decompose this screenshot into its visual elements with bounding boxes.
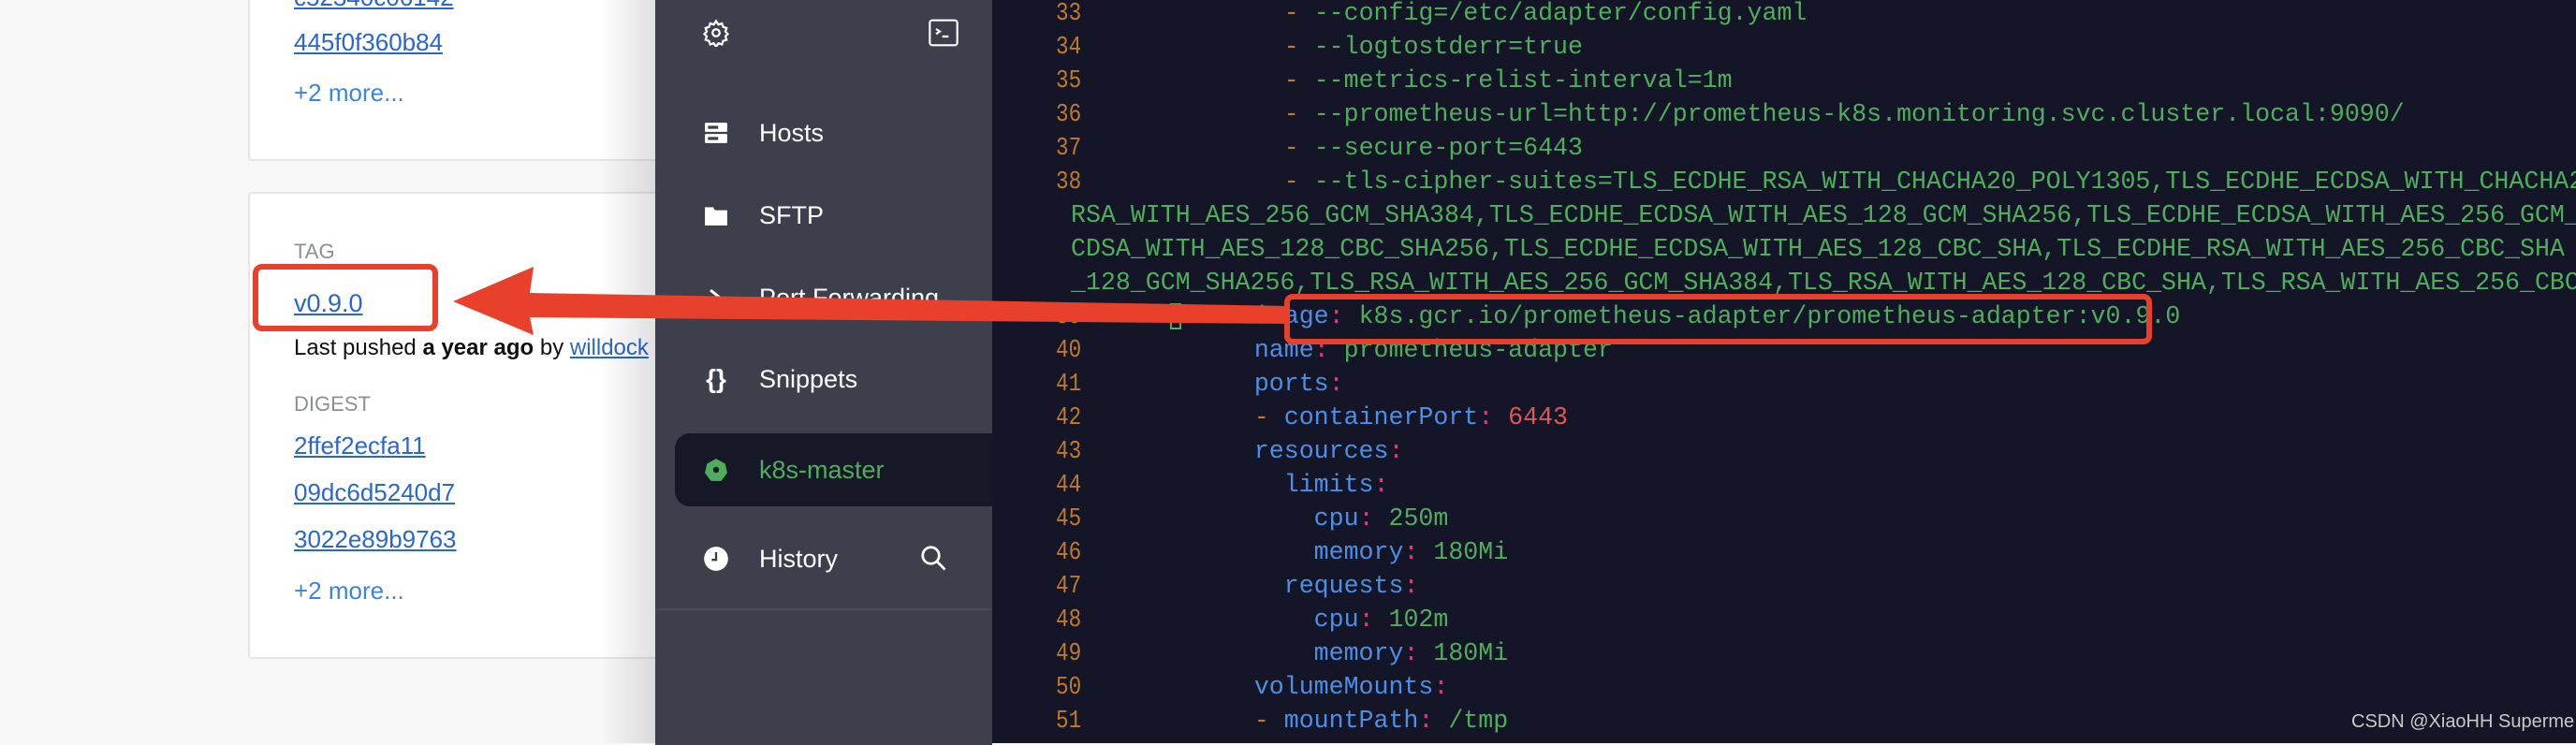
tag-highlight-box (253, 264, 438, 331)
watermark: CSDN @XiaoHH Superme (2351, 711, 2575, 732)
annotation-arrow (453, 267, 1290, 335)
image-highlight-box (1284, 294, 2152, 344)
annotation-overlay (253, 264, 2152, 344)
